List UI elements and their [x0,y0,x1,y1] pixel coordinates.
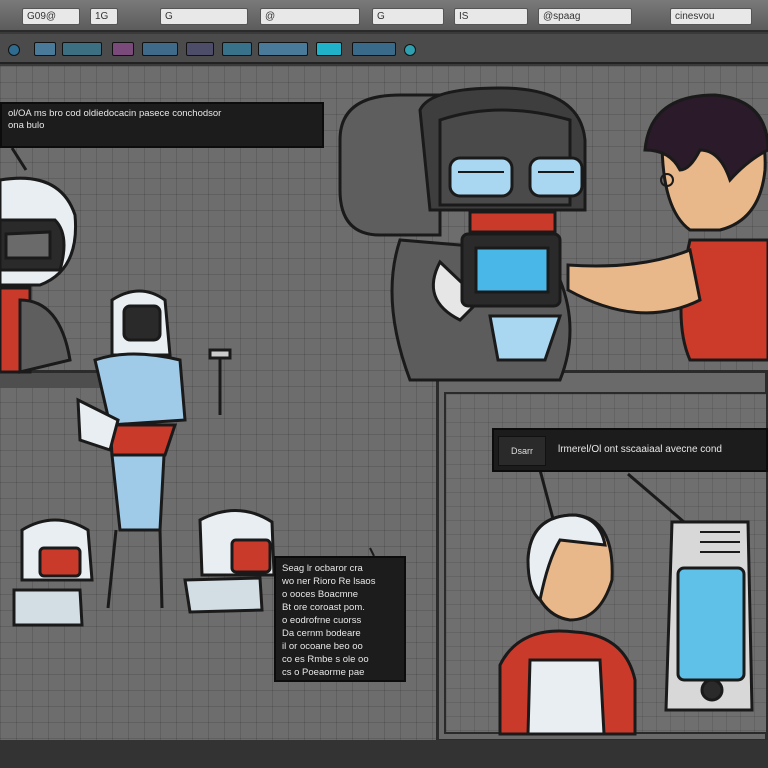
caption-mid-line: co es Rmbe s ole oo [282,654,369,665]
caption-top: ol/OA ms bro cod oldiedocacin pasece con… [0,102,324,148]
person-technician [566,93,768,362]
seated-robot-left [12,518,94,627]
caption-mid-line: Bt ore coroast pom. [282,602,365,613]
seated-robot-right [183,509,276,614]
phone-device [627,472,754,712]
caption-mid-line: wo ner Rioro Re lsaos [282,576,376,587]
caption-right: Dsarr lrmerel/Ol ont sscaaiaal avecne co… [492,428,768,472]
caption-mid-line: Seag lr ocbaror cra [282,563,363,574]
helmet-character [498,469,637,736]
caption-mid-line: o ooces Boacmne [282,589,359,600]
left-robot-head [0,176,78,374]
caption-mid-line: o eodrofrne cuorss [282,615,362,626]
caption-right-text: lrmerel/Ol ont sscaaiaal avecne cond [558,444,722,455]
caption-top-line-2: ona bulo [8,120,45,131]
large-robot [338,86,587,382]
caption-mid-line: Da cernm bodeare [282,628,361,639]
caption-mid: Seag lr ocbaror cra wo ner Rioro Re lsao… [274,556,406,682]
caption-mid-line: cs o Poeaorme pae [282,667,365,678]
caption-mid-line: il or ocoane beo oo [282,641,363,652]
caption-right-tag: Dsarr [498,436,546,466]
caption-top-line-1: ol/OA ms bro cod oldiedocacin pasece con… [8,108,222,119]
